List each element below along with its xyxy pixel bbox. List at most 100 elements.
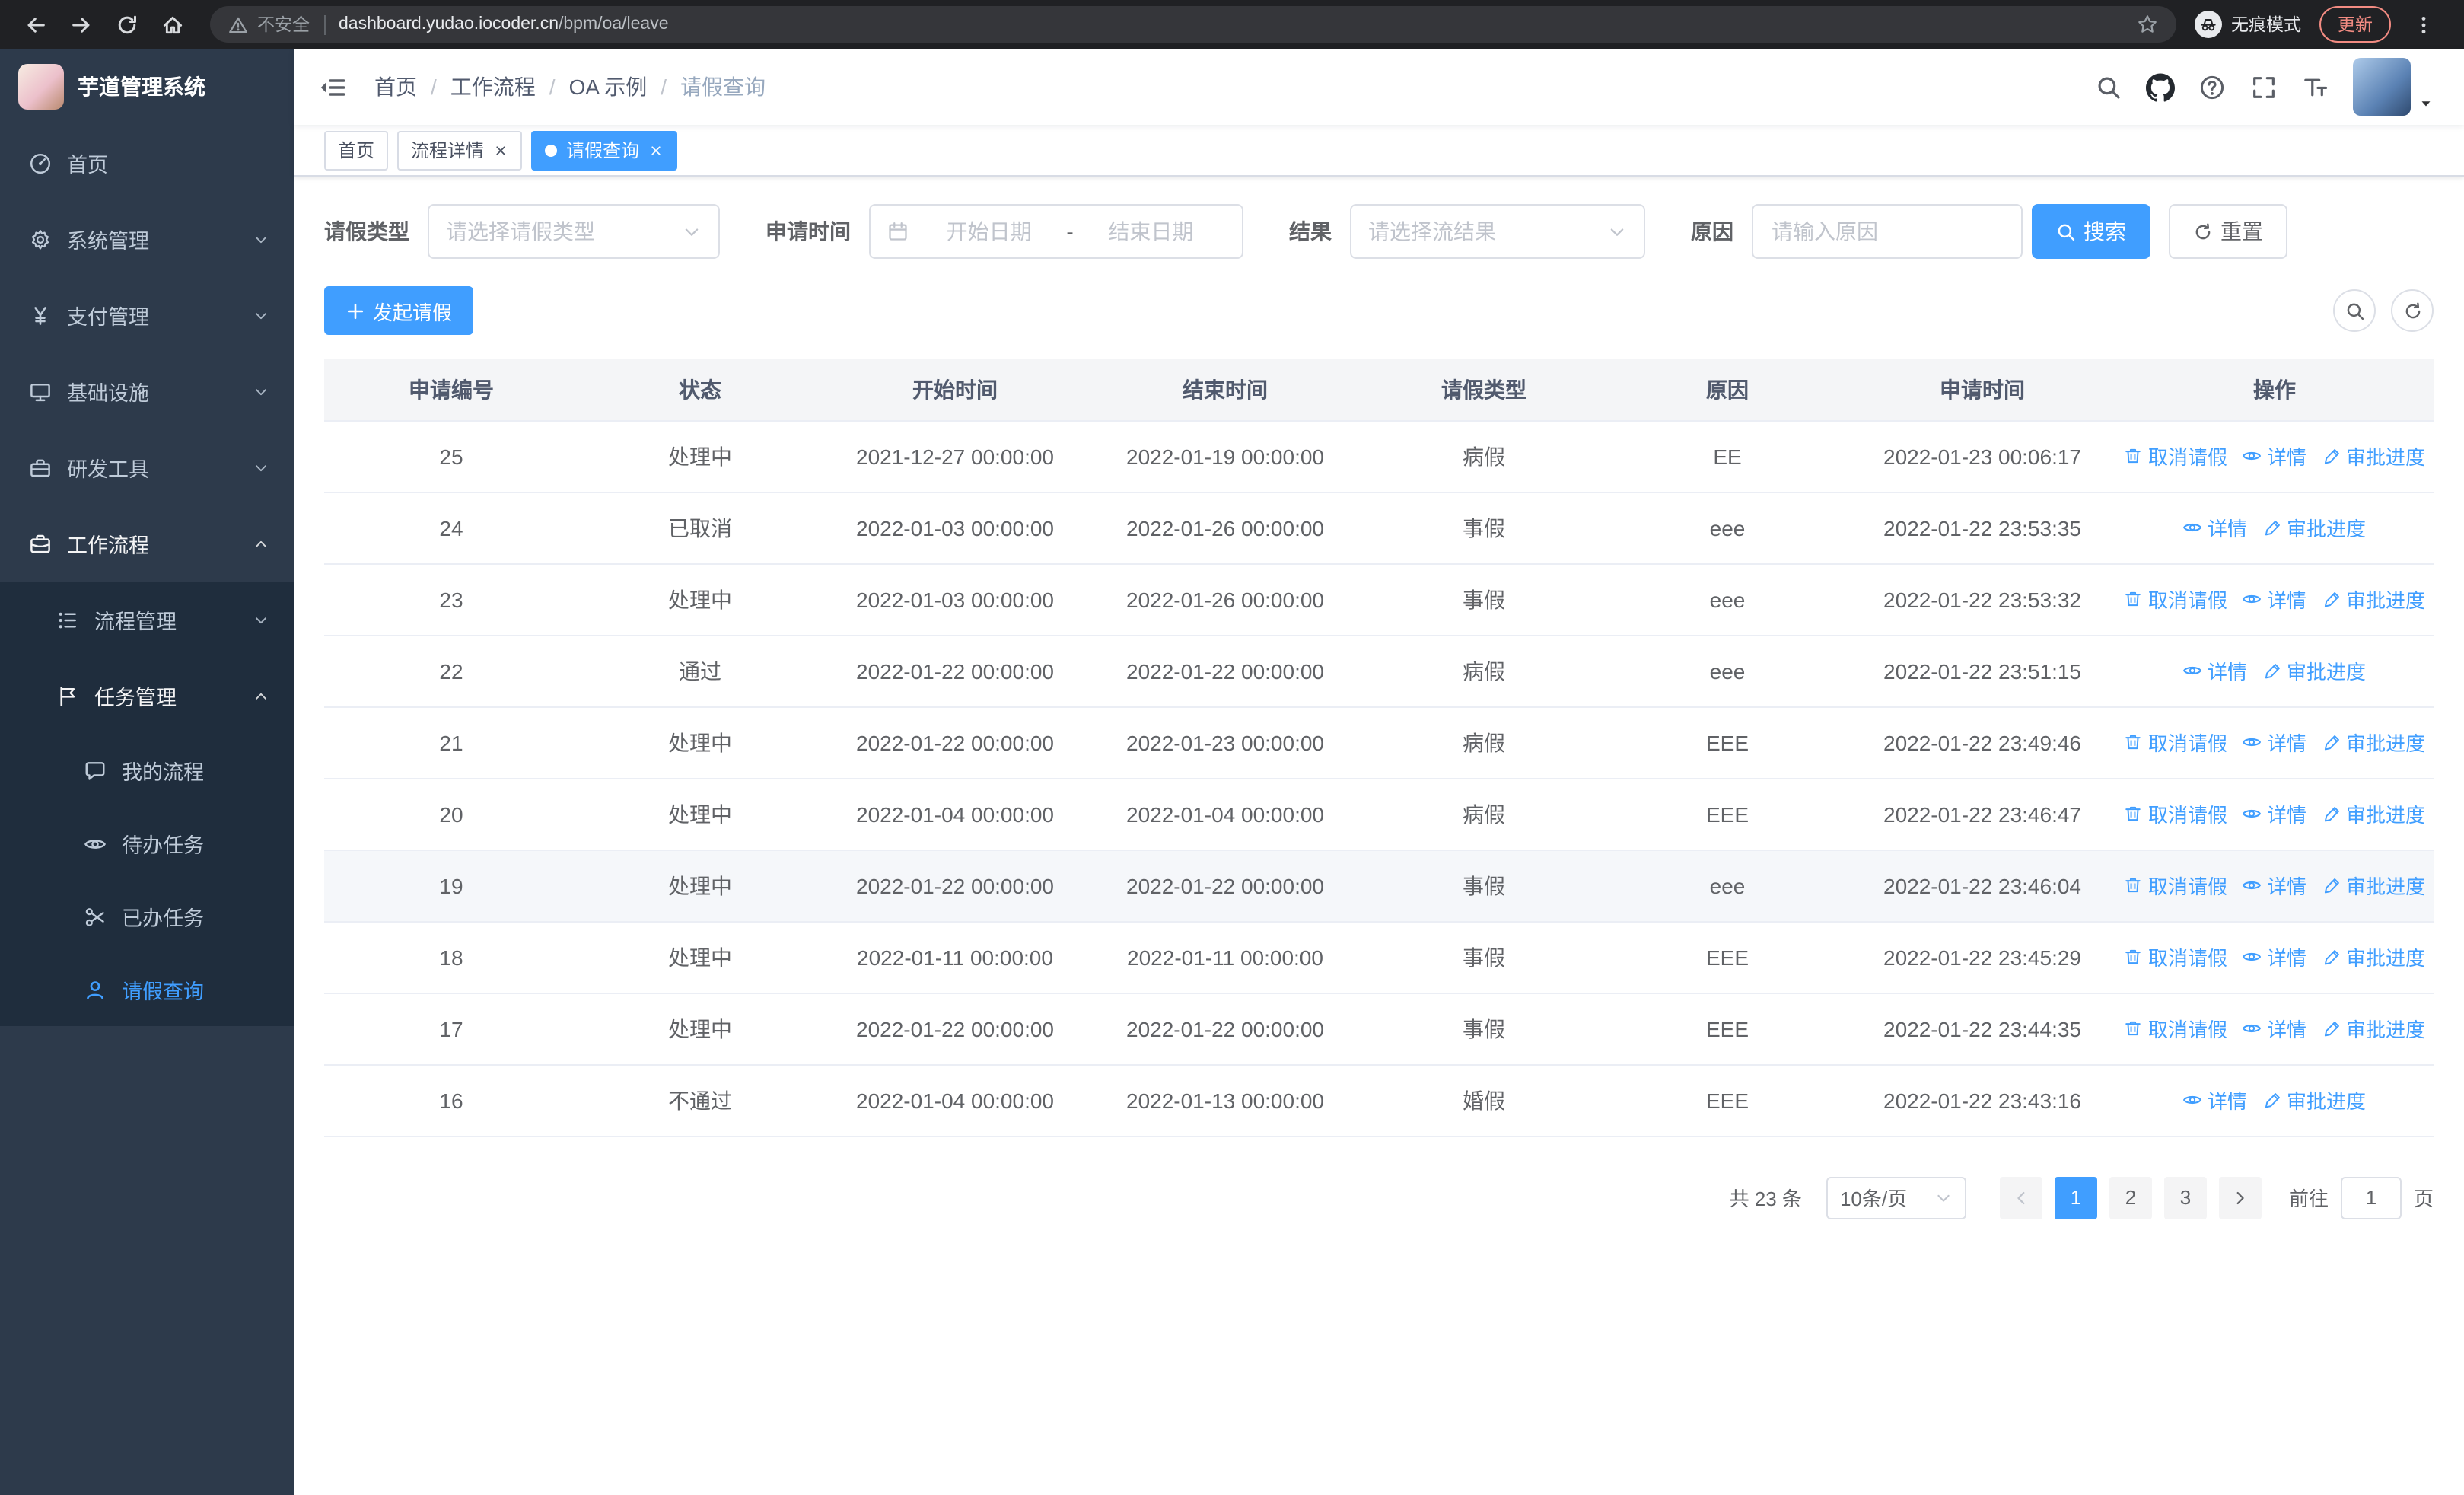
detail-link[interactable]: 详情 (2243, 942, 2306, 971)
browser-forward-button[interactable] (61, 5, 100, 44)
detail-link[interactable]: 详情 (2243, 1014, 2306, 1043)
toggle-search-button[interactable] (2333, 289, 2376, 332)
breadcrumb-item[interactable]: 首页 (374, 72, 417, 102)
apply-time-range-picker[interactable]: 开始日期 - 结束日期 (869, 204, 1243, 259)
github-icon (2145, 72, 2174, 101)
cancel-leave-link[interactable]: 取消请假 (2124, 799, 2227, 828)
audit-progress-link[interactable]: 审批进度 (2322, 1014, 2425, 1043)
sidebar-item[interactable]: 流程管理 (0, 582, 294, 658)
browser-menu-button[interactable] (2403, 5, 2443, 44)
leave-row: 18 处理中 2022-01-11 00:00:00 2022-01-11 00:00… (324, 921, 2434, 993)
detail-link[interactable]: 详情 (2243, 799, 2306, 828)
sidebar-item[interactable]: 已办任务 (0, 880, 294, 953)
hamburger-fold-icon (318, 72, 347, 101)
eye-icon (2243, 732, 2262, 752)
audit-progress-link[interactable]: 审批进度 (2262, 1085, 2366, 1114)
leave-type-select[interactable]: 请选择请假类型 (428, 204, 720, 259)
audit-progress-link[interactable]: 审批进度 (2322, 942, 2425, 971)
prev-page-button[interactable] (1999, 1176, 2042, 1219)
font-size-button[interactable] (2289, 49, 2341, 125)
detail-link[interactable]: 详情 (2243, 728, 2306, 757)
sidebar-item[interactable]: 系统管理 (0, 201, 294, 277)
docs-help-button[interactable] (2185, 49, 2237, 125)
cancel-leave-link[interactable]: 取消请假 (2124, 585, 2227, 614)
audit-progress-link[interactable]: 审批进度 (2322, 441, 2425, 470)
reset-button[interactable]: 重置 (2169, 204, 2287, 259)
sidebar-item[interactable]: 首页 (0, 125, 294, 201)
cancel-leave-link[interactable]: 取消请假 (2124, 871, 2227, 900)
actions-cell: 取消请假 详情 审批进度 (2115, 563, 2434, 636)
end-time-cell: 2022-01-26 00:00:00 (1088, 563, 1362, 636)
page-size-select[interactable]: 10条/页 (1826, 1176, 1966, 1219)
page-number-button[interactable]: 3 (2163, 1176, 2207, 1219)
next-page-button[interactable] (2218, 1176, 2262, 1219)
user-avatar-menu[interactable] (2353, 58, 2434, 116)
audit-progress-link[interactable]: 审批进度 (2262, 656, 2366, 685)
audit-progress-label: 审批进度 (2287, 518, 2367, 540)
view-tab[interactable]: 请假查询 (531, 130, 678, 170)
app-logo[interactable]: 芋道管理系统 (0, 49, 294, 125)
page-number-button[interactable]: 1 (2054, 1176, 2097, 1219)
bookmark-star-icon[interactable] (2137, 14, 2158, 35)
cancel-leave-link[interactable]: 取消请假 (2124, 1014, 2227, 1043)
breadcrumb-item[interactable]: OA 示例 (569, 72, 648, 102)
reason-cell: eee (1606, 492, 1849, 564)
sidebar-collapse-button[interactable] (318, 72, 347, 101)
close-tab-button[interactable] (493, 142, 508, 158)
apply-id-cell: 16 (324, 1064, 578, 1136)
chevron-down-icon (253, 459, 269, 476)
create-leave-button[interactable]: 发起请假 (324, 286, 474, 335)
cancel-leave-link[interactable]: 取消请假 (2124, 728, 2227, 757)
audit-progress-link[interactable]: 审批进度 (2322, 585, 2425, 614)
page-number-button[interactable]: 2 (2109, 1176, 2152, 1219)
header-search-button[interactable] (2082, 49, 2134, 125)
sidebar-item[interactable]: 研发工具 (0, 429, 294, 505)
trash-icon (2124, 947, 2144, 967)
close-tab-button[interactable] (648, 142, 664, 158)
cancel-leave-link[interactable]: 取消请假 (2124, 441, 2227, 470)
audit-progress-link[interactable]: 审批进度 (2322, 728, 2425, 757)
reason-cell: EEE (1606, 778, 1849, 850)
browser-update-button[interactable]: 更新 (2319, 6, 2391, 43)
sidebar-item[interactable]: 我的流程 (0, 734, 294, 807)
browser-home-button[interactable] (152, 5, 192, 44)
view-tab[interactable]: 流程详情 (397, 130, 523, 170)
monitor-icon (29, 380, 52, 403)
detail-link[interactable]: 详情 (2243, 585, 2306, 614)
refresh-icon (2193, 222, 2213, 241)
reason-input[interactable] (1752, 204, 2023, 259)
column-header: 结束时间 (1088, 359, 1362, 421)
sidebar-item[interactable]: 请假查询 (0, 953, 294, 1026)
sidebar-item[interactable]: 工作流程 (0, 505, 294, 582)
chevron-down-icon (682, 222, 702, 241)
address-bar[interactable]: 不安全 dashboard.yudao.iocoder.cn/bpm/oa/le… (210, 6, 2176, 43)
detail-link[interactable]: 详情 (2183, 1085, 2247, 1114)
fullscreen-button[interactable] (2237, 49, 2289, 125)
refresh-table-button[interactable] (2391, 289, 2434, 332)
breadcrumb-item[interactable]: 工作流程 (450, 72, 536, 102)
browser-back-button[interactable] (15, 5, 55, 44)
sidebar-item-label: 系统管理 (67, 230, 149, 253)
sidebar-item[interactable]: 支付管理 (0, 277, 294, 353)
detail-link[interactable]: 详情 (2183, 513, 2247, 542)
total-count: 共 23 条 (1729, 1187, 1802, 1210)
font-size-icon (2302, 74, 2328, 100)
view-tab[interactable]: 首页 (324, 130, 389, 170)
breadcrumb-item: 请假查询 (680, 75, 766, 99)
goto-page-input[interactable] (2340, 1176, 2402, 1219)
browser-reload-button[interactable] (107, 5, 146, 44)
search-button[interactable]: 搜索 (2032, 204, 2150, 259)
eye-icon (2243, 804, 2262, 824)
detail-link[interactable]: 详情 (2243, 441, 2306, 470)
audit-progress-link[interactable]: 审批进度 (2262, 513, 2366, 542)
result-select[interactable]: 请选择流结果 (1350, 204, 1645, 259)
audit-progress-link[interactable]: 审批进度 (2322, 871, 2425, 900)
github-link[interactable] (2134, 49, 2185, 125)
cancel-leave-link[interactable]: 取消请假 (2124, 942, 2227, 971)
audit-progress-link[interactable]: 审批进度 (2322, 799, 2425, 828)
sidebar-item[interactable]: 基础设施 (0, 353, 294, 429)
sidebar-item[interactable]: 待办任务 (0, 807, 294, 880)
detail-link[interactable]: 详情 (2183, 656, 2247, 685)
detail-link[interactable]: 详情 (2243, 871, 2306, 900)
sidebar-item[interactable]: 任务管理 (0, 658, 294, 734)
